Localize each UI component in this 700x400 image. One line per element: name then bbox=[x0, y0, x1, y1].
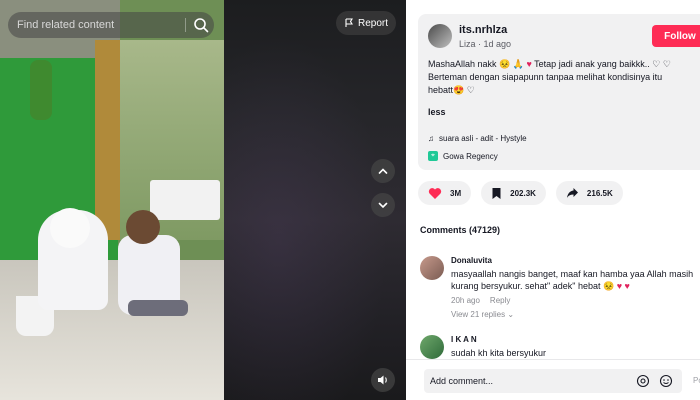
view-replies-button[interactable]: View 21 replies ⌄ bbox=[451, 310, 514, 319]
comment-item: Donaluvita masyaallah nangis banget, maa… bbox=[420, 256, 700, 326]
caption-text-1: MashaAllah nakk bbox=[428, 59, 497, 69]
comment-body: masyaallah nangis banget, maaf kan hamba… bbox=[451, 269, 694, 291]
chevron-up-icon bbox=[378, 168, 388, 174]
reply-button[interactable]: Reply bbox=[490, 296, 510, 305]
comment-time: 20h ago bbox=[451, 296, 480, 305]
commenter-avatar[interactable] bbox=[420, 335, 444, 359]
video-frame bbox=[0, 0, 224, 400]
commenter-avatar[interactable] bbox=[420, 256, 444, 280]
caption-text-1b: Tetap jadi anak yang baikkk.. bbox=[534, 59, 650, 69]
author-display-name: Liza bbox=[459, 39, 476, 49]
share-arrow-icon bbox=[566, 188, 578, 198]
comment-meta: 20h ago Reply bbox=[451, 296, 510, 305]
search-box[interactable] bbox=[8, 12, 214, 38]
report-button[interactable]: Report bbox=[336, 11, 396, 35]
chevron-down-icon bbox=[378, 202, 388, 209]
search-icon bbox=[194, 18, 209, 33]
like-count: 3M bbox=[450, 188, 462, 198]
hanging-plant bbox=[30, 60, 52, 120]
share-count: 216.5K bbox=[586, 188, 613, 198]
comment-body: sudah kh kita bersyukur bbox=[451, 348, 547, 358]
girl-head bbox=[50, 208, 90, 248]
chevron-down-icon: ⌄ bbox=[507, 310, 515, 319]
like-button[interactable]: 3M bbox=[418, 181, 472, 205]
previous-video-button[interactable] bbox=[371, 159, 395, 183]
flag-icon bbox=[345, 18, 353, 27]
door bbox=[95, 40, 120, 240]
comment-item: I K A N sudah kh kita bersyukur bbox=[420, 335, 700, 359]
follow-button[interactable]: Follow bbox=[652, 25, 700, 47]
speaker-icon bbox=[378, 375, 387, 385]
music-title: suara asli - adit - Hystyle bbox=[439, 134, 527, 143]
less-toggle[interactable]: less bbox=[428, 107, 446, 117]
save-count: 202.3K bbox=[510, 188, 536, 198]
post-time: 1d ago bbox=[483, 39, 512, 49]
boy-pants bbox=[128, 300, 188, 316]
emoji-picker-icon[interactable] bbox=[659, 374, 673, 388]
author-username[interactable]: its.nrhlza bbox=[459, 24, 507, 36]
location-pin-icon: ⌖ bbox=[428, 151, 438, 161]
view-replies-label: View 21 replies bbox=[451, 310, 506, 319]
heart-eyes-emoji-icon: 😍 ♡ bbox=[453, 85, 475, 95]
report-label: Report bbox=[357, 17, 388, 29]
details-panel: its.nrhlza Liza · 1d ago Follow MashaAll… bbox=[406, 0, 700, 400]
save-button[interactable]: 202.3K bbox=[481, 181, 546, 205]
video-player[interactable]: Report bbox=[0, 0, 406, 400]
bookmark-icon bbox=[492, 187, 501, 199]
comment-composer: Po bbox=[406, 359, 700, 400]
location-row[interactable]: ⌖ Gowa Regency bbox=[428, 151, 498, 161]
action-bar: 3M 202.3K 216.5K bbox=[418, 181, 623, 205]
author-avatar[interactable] bbox=[428, 24, 452, 48]
boy-head bbox=[126, 210, 160, 244]
white-heart-icon: ♡ ♡ bbox=[652, 59, 671, 69]
post-caption: MashaAllah nakk 😣 🙏 ♥ Tetap jadi anak ya… bbox=[428, 58, 700, 97]
location-name: Gowa Regency bbox=[443, 151, 498, 161]
emoji-icon-2: 😣 bbox=[600, 281, 617, 291]
emoji-icon-1: 😣 🙏 bbox=[499, 59, 527, 69]
music-row[interactable]: ♫ suara asli - adit - Hystyle bbox=[428, 134, 527, 143]
caption-text-2: Berteman dengan siapapunn tanpaa melihat… bbox=[428, 72, 663, 82]
share-button[interactable]: 216.5K bbox=[555, 181, 623, 205]
heart-icon bbox=[428, 187, 442, 199]
bench bbox=[150, 180, 220, 220]
commenter-username[interactable]: Donaluvita bbox=[451, 256, 492, 265]
author-subline: Liza · 1d ago bbox=[459, 39, 511, 49]
volume-button[interactable] bbox=[371, 368, 395, 392]
heart-emoji-icon: ♥ ♥ bbox=[616, 281, 630, 291]
comments-title: Comments (47129) bbox=[420, 225, 501, 235]
commenter-username[interactable]: I K A N bbox=[451, 335, 477, 344]
search-button[interactable] bbox=[192, 16, 210, 34]
heart-emoji-icon: ♥ bbox=[526, 59, 532, 69]
search-input[interactable] bbox=[8, 12, 178, 38]
comment-text: masyaallah nangis banget, maaf kan hamba… bbox=[451, 268, 699, 292]
next-video-button[interactable] bbox=[371, 193, 395, 217]
music-note-icon: ♫ bbox=[428, 134, 434, 143]
caption-text-3: hebatt bbox=[428, 85, 454, 95]
post-comment-button[interactable]: Po bbox=[693, 376, 700, 385]
at-mention-icon[interactable] bbox=[636, 374, 650, 388]
search-divider bbox=[185, 18, 186, 32]
